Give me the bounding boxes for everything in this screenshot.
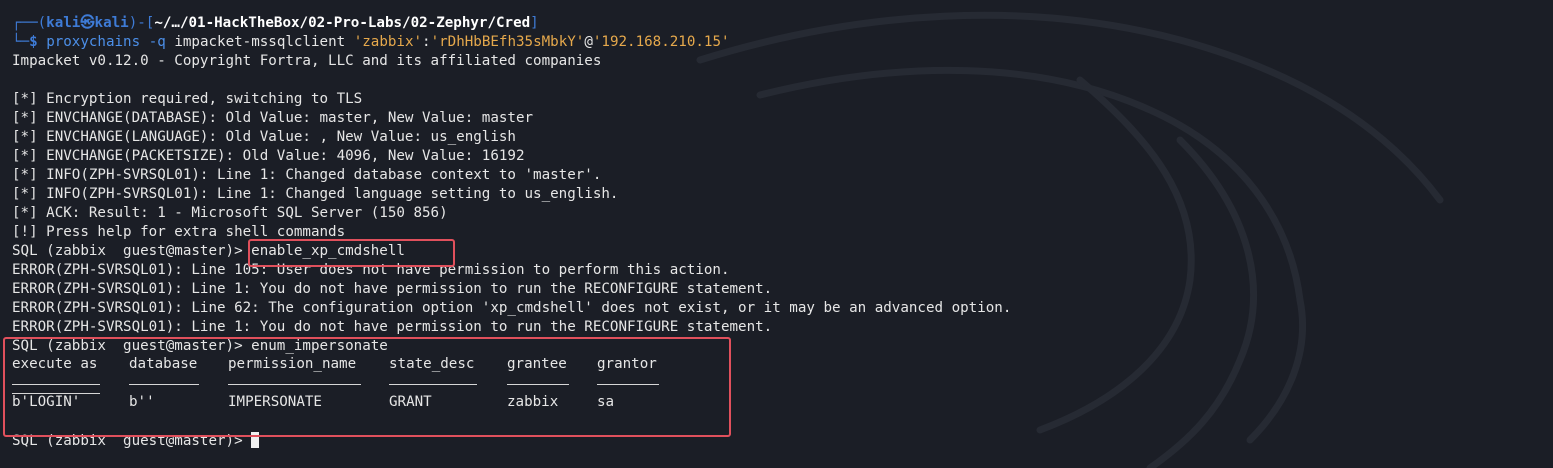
info-line: [*] ENVCHANGE(PACKETSIZE): Old Value: 40… xyxy=(12,148,525,164)
prompt-path: ~/…/01-HackTheBox/02-Pro-Labs/02-Zephyr/… xyxy=(154,15,531,31)
info-line: [*] ACK: Result: 1 - Microsoft SQL Serve… xyxy=(12,205,448,221)
command-colon: : xyxy=(422,34,431,50)
command-user-arg: 'zabbix' xyxy=(353,34,423,50)
prompt-user: kali㉿kali xyxy=(46,15,129,31)
prompt-header-line: ┌──(kali㉿kali)-[~/…/01-HackTheBox/02-Pro… xyxy=(12,14,1553,33)
error-line: ERROR(ZPH-SVRSQL01): Line 1: You do not … xyxy=(12,281,773,297)
info-line: [*] Encryption required, switching to TL… xyxy=(12,91,363,107)
prompt-corner-top: ┌──( xyxy=(12,15,47,31)
info-line: [*] INFO(ZPH-SVRSQL01): Line 1: Changed … xyxy=(12,167,602,183)
command-flag: -q xyxy=(140,34,175,50)
prompt-corner-bottom: └─ xyxy=(12,34,30,50)
prompt-dollar: $ xyxy=(29,34,38,50)
info-line: [*] INFO(ZPH-SVRSQL01): Line 1: Changed … xyxy=(12,186,619,202)
command-tool: impacket-mssqlclient xyxy=(174,34,354,50)
info-line: [*] ENVCHANGE(DATABASE): Old Value: mast… xyxy=(12,110,534,126)
error-line: ERROR(ZPH-SVRSQL01): Line 105: User does… xyxy=(12,262,730,278)
command-line: └─$ proxychains -q impacket-mssqlclient … xyxy=(12,33,1553,52)
command-host-arg: '192.168.210.15' xyxy=(592,34,730,50)
info-line: [*] ENVCHANGE(LANGUAGE): Old Value: , Ne… xyxy=(12,129,516,145)
command-password-arg: 'rDhHbBEfh35sMbkY' xyxy=(430,34,585,50)
prompt-close: ] xyxy=(530,15,539,31)
sql-prompt: SQL (zabbix guest@master)> xyxy=(12,243,252,259)
sql-command-line: SQL (zabbix guest@master)> enable_xp_cmd… xyxy=(12,242,1553,261)
highlight-box-enable-xp-cmdshell xyxy=(248,239,455,267)
error-line: ERROR(ZPH-SVRSQL01): Line 1: You do not … xyxy=(12,319,773,335)
highlight-box-enum-impersonate xyxy=(3,337,731,437)
command-program: proxychains xyxy=(46,34,141,50)
info-line: [!] Press help for extra shell commands xyxy=(12,224,346,240)
error-line: ERROR(ZPH-SVRSQL01): Line 62: The config… xyxy=(12,300,1012,316)
command-at: @ xyxy=(584,34,593,50)
banner-line: Impacket v0.12.0 - Copyright Fortra, LLC… xyxy=(12,53,602,69)
prompt-separator: )-[ xyxy=(128,15,155,31)
